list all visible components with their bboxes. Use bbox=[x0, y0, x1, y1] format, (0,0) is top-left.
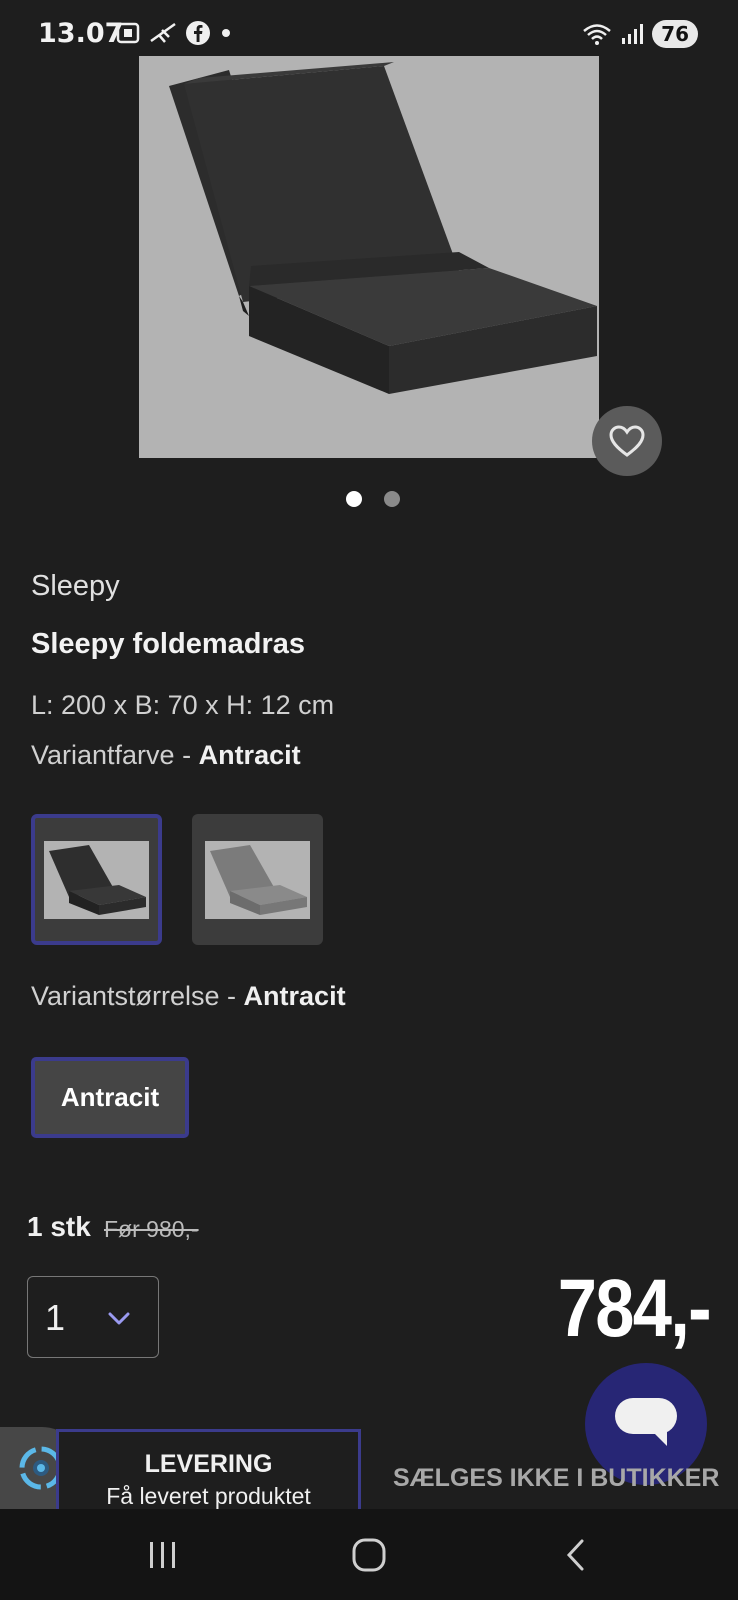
carousel-dots bbox=[346, 491, 400, 507]
tab-delivery[interactable]: LEVERING Få leveret produktet bbox=[56, 1429, 361, 1509]
old-price: Før 980,- bbox=[104, 1216, 199, 1242]
home-button[interactable] bbox=[339, 1531, 399, 1579]
wifi-icon bbox=[583, 24, 611, 45]
heart-icon bbox=[609, 425, 645, 457]
swatch-grey[interactable] bbox=[192, 814, 323, 945]
facebook-icon bbox=[186, 21, 210, 45]
swatch-dark[interactable] bbox=[31, 814, 162, 945]
swatch-grey-image bbox=[205, 840, 310, 919]
unit-label: 1 stk bbox=[27, 1211, 91, 1242]
variant-color-value: Antracit bbox=[198, 740, 301, 770]
mattress-image bbox=[139, 56, 599, 458]
home-icon bbox=[352, 1538, 386, 1572]
recent-apps-icon bbox=[150, 1542, 175, 1568]
product-title: Sleepy foldemadras bbox=[31, 628, 305, 660]
swatch-dark-image bbox=[44, 840, 149, 919]
quantity-select[interactable]: 1 bbox=[27, 1276, 159, 1358]
variant-color-prefix: Variantfarve - bbox=[31, 740, 199, 770]
variant-size-prefix: Variantstørrelse - bbox=[31, 981, 244, 1011]
product-image[interactable] bbox=[139, 56, 599, 458]
chat-bubble-icon bbox=[615, 1398, 677, 1446]
carousel-dot-2[interactable] bbox=[384, 491, 400, 507]
battery-indicator: 76 bbox=[652, 20, 698, 48]
notification-dot-icon bbox=[222, 29, 230, 37]
direction-icon bbox=[150, 22, 176, 43]
signal-icon bbox=[622, 24, 644, 44]
status-time: 13.07 bbox=[38, 18, 124, 49]
product-dimensions: L: 200 x B: 70 x H: 12 cm bbox=[31, 690, 335, 720]
status-right: 76 bbox=[582, 20, 698, 48]
variant-color-label: Variantfarve - Antracit bbox=[31, 740, 301, 771]
favorite-button[interactable] bbox=[592, 406, 662, 476]
variant-size-value: Antracit bbox=[243, 981, 346, 1011]
tab-store[interactable]: SÆLGES IKKE I BUTIKKER bbox=[393, 1464, 719, 1493]
back-button[interactable] bbox=[546, 1531, 606, 1579]
delivery-subtitle: Få leveret produktet bbox=[106, 1483, 311, 1509]
carousel-dot-1[interactable] bbox=[346, 491, 362, 507]
quantity-value: 1 bbox=[45, 1297, 66, 1338]
size-option-button[interactable]: Antracit bbox=[31, 1057, 189, 1138]
recent-apps-button[interactable] bbox=[133, 1531, 193, 1579]
product-price: 784,- bbox=[557, 1263, 712, 1354]
system-nav-bar bbox=[0, 1509, 738, 1600]
chevron-down-icon bbox=[108, 1312, 130, 1325]
status-left-icons bbox=[115, 20, 233, 46]
delivery-title: LEVERING bbox=[144, 1450, 273, 1478]
back-icon bbox=[566, 1539, 584, 1571]
variant-size-label: Variantstørrelse - Antracit bbox=[31, 981, 346, 1012]
brand-name[interactable]: Sleepy bbox=[31, 570, 120, 603]
screenshot-icon bbox=[116, 22, 140, 44]
